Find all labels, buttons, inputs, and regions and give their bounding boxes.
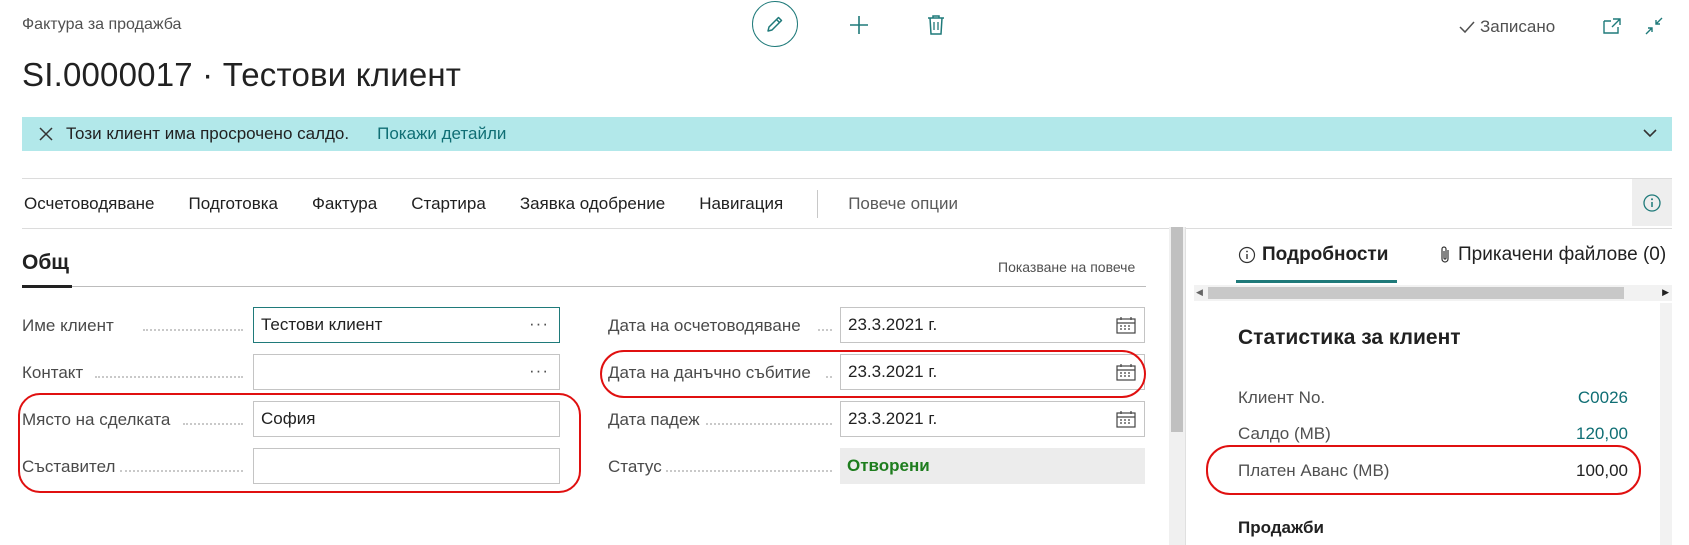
page-type-label: Фактура за продажба: [22, 16, 182, 33]
main-scrollbar-thumb[interactable]: [1171, 227, 1183, 432]
status-label: Статус: [608, 457, 662, 476]
posting-date-label: Дата на осчетоводяване: [608, 316, 801, 335]
sales-subheading: Продажби: [1238, 518, 1325, 537]
action-prepare[interactable]: Подготовка: [189, 194, 278, 214]
saved-status-label: Записано: [1480, 17, 1556, 36]
lookup-ellipsis-icon[interactable]: ···: [529, 361, 549, 381]
action-navigate[interactable]: Навигация: [699, 194, 783, 214]
customer-no-label: Клиент No.: [1238, 388, 1326, 407]
factbox-vertical-scrollbar[interactable]: [1660, 303, 1672, 545]
calendar-icon[interactable]: [1116, 410, 1136, 428]
posting-date-value: 23.3.2021 г.: [848, 315, 938, 334]
info-icon: [1238, 246, 1256, 264]
paid-advance-label: Платен Аванс (МВ): [1238, 461, 1390, 480]
customer-name-value: Тестови клиент: [261, 315, 383, 334]
label-dots: [666, 470, 832, 472]
edit-button[interactable]: [752, 1, 798, 47]
tab-details[interactable]: Подробности: [1238, 244, 1388, 266]
due-date-value: 23.3.2021 г.: [848, 409, 938, 428]
general-section-title[interactable]: Общ: [22, 251, 69, 275]
edit-icon: [767, 16, 783, 32]
status-value: Отворени: [840, 448, 1145, 484]
info-icon: [1643, 193, 1661, 212]
factbox-divider: [1185, 227, 1186, 545]
open-new-window-button[interactable]: [1600, 14, 1624, 38]
contact-field[interactable]: ···: [253, 354, 560, 390]
scroll-right-icon[interactable]: ▶: [1662, 287, 1669, 298]
contact-label: Контакт: [22, 363, 84, 382]
expand-banner-button[interactable]: [1642, 125, 1658, 146]
balance-value[interactable]: 120,00: [1500, 424, 1628, 444]
highlight-oval-tax-date: [600, 350, 1146, 398]
action-bar: Осчетоводяване Подготовка Фактура Старти…: [22, 178, 1672, 229]
label-dots: [143, 329, 243, 331]
chevron-down-icon: [1643, 129, 1657, 138]
section-divider: [22, 286, 1146, 287]
highlight-oval-left-fields: [18, 393, 581, 493]
tab-details-label: Подробности: [1262, 244, 1389, 265]
customer-statistics-title: Статистика за клиент: [1238, 326, 1461, 349]
paid-advance-value: 100,00: [1576, 461, 1628, 480]
customer-name-label: Име клиент: [22, 316, 114, 335]
active-tab-indicator: [1236, 280, 1397, 283]
scroll-left-icon[interactable]: ◀: [1196, 287, 1203, 298]
due-date-field[interactable]: 23.3.2021 г.: [840, 401, 1145, 437]
action-invoice[interactable]: Фактура: [312, 194, 377, 214]
open-new-window-icon: [1603, 18, 1621, 34]
action-post[interactable]: Осчетоводяване: [24, 194, 155, 214]
action-request-approval[interactable]: Заявка одобрение: [520, 194, 665, 214]
new-button[interactable]: [846, 12, 872, 38]
show-more-link[interactable]: Показване на повече: [998, 259, 1135, 275]
delete-icon: [928, 15, 944, 35]
check-icon: [1459, 21, 1475, 34]
plus-icon: [850, 16, 868, 34]
label-dots: [818, 329, 832, 331]
factbox-toggle-button[interactable]: [1632, 179, 1672, 226]
tab-attachments[interactable]: Прикачени файлове (0): [1438, 244, 1672, 266]
calendar-icon[interactable]: [1116, 316, 1136, 334]
lookup-ellipsis-icon[interactable]: ···: [529, 314, 549, 334]
customer-no-value[interactable]: C0026: [1500, 388, 1628, 408]
paperclip-icon: [1441, 246, 1449, 263]
collapse-icon: [1645, 17, 1663, 35]
posting-date-field[interactable]: 23.3.2021 г.: [840, 307, 1145, 343]
page-title: SI.0000017 · Тестови клиент: [22, 56, 462, 93]
banner-message: Този клиент има просрочено салдо.: [66, 124, 350, 143]
dismiss-banner-button[interactable]: [38, 126, 54, 142]
collapse-button[interactable]: [1642, 14, 1666, 38]
label-dots: [706, 423, 832, 425]
show-details-link[interactable]: Покажи детайли: [377, 124, 506, 144]
delete-button[interactable]: [923, 12, 949, 38]
more-options-button[interactable]: Повече опции: [848, 194, 958, 214]
label-dots: [95, 376, 243, 378]
due-date-label: Дата падеж: [608, 410, 700, 429]
section-title-underline: [22, 285, 72, 288]
action-separator: [817, 189, 819, 218]
overdue-balance-banner: Този клиент има просрочено салдо. Покажи…: [22, 117, 1672, 151]
tab-attachments-label: Прикачени файлове (0): [1458, 244, 1667, 265]
factbox-horizontal-scrollbar-thumb[interactable]: [1208, 287, 1624, 299]
saved-status: Записано: [1458, 17, 1555, 37]
action-start[interactable]: Стартира: [411, 194, 486, 214]
customer-name-field[interactable]: Тестови клиент ···: [253, 307, 560, 343]
balance-label: Салдо (МВ): [1238, 424, 1331, 443]
close-icon: [39, 127, 53, 141]
